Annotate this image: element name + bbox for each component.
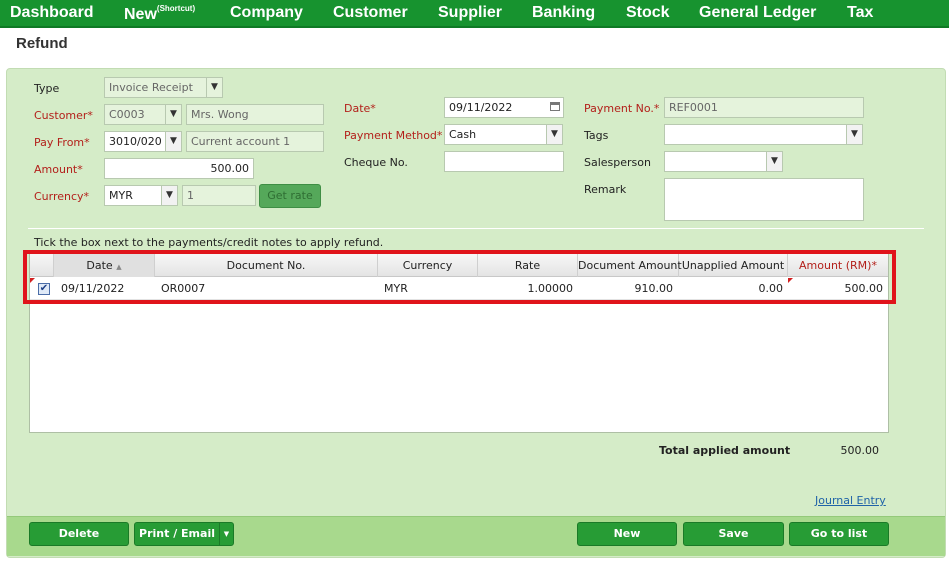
tags-label: Tags [584,129,609,142]
apply-refund-hint: Tick the box next to the payments/credit… [34,236,384,249]
customer-label: Customer* [34,109,93,122]
payment-method-label: Payment Method* [344,129,443,142]
payfrom-code-field[interactable]: 3010/020 [104,131,166,152]
payfrom-label: Pay From* [34,136,90,149]
cheque-label: Cheque No. [344,156,408,169]
go-to-list-button[interactable]: Go to list [789,522,889,546]
print-email-button[interactable]: Print / Email ▼ [134,522,234,546]
nav-dashboard[interactable]: Dashboard [10,4,94,22]
customer-chevron-down-icon[interactable]: ▼ [165,104,182,125]
type-select[interactable]: Invoice Receipt [104,77,207,98]
tags-chevron-down-icon[interactable]: ▼ [846,124,863,145]
remark-label: Remark [584,183,627,196]
nav-supplier[interactable]: Supplier [438,4,502,22]
payment-method-select[interactable]: Cash [444,124,547,145]
nav-company[interactable]: Company [230,4,303,22]
payment-no-label: Payment No.* [584,102,660,115]
top-nav: Dashboard New(Shortcut) Company Customer… [0,0,949,28]
get-rate-button[interactable]: Get rate [259,184,321,208]
total-applied-value: 500.00 [840,444,880,457]
salesperson-chevron-down-icon[interactable]: ▼ [766,151,783,172]
remark-textarea[interactable] [664,178,864,221]
payfrom-chevron-down-icon[interactable]: ▼ [165,131,182,152]
nav-banking[interactable]: Banking [532,4,595,22]
date-input[interactable]: 09/11/2022 [444,97,548,118]
delete-button[interactable]: Delete [29,522,129,546]
currency-select[interactable]: MYR [104,185,162,206]
customer-name-field: Mrs. Wong [186,104,324,125]
currency-chevron-down-icon[interactable]: ▼ [161,185,178,206]
nav-new-label: New [124,6,157,23]
nav-tax[interactable]: Tax [847,4,873,22]
print-email-label: Print / Email [139,527,215,540]
salesperson-label: Salesperson [584,156,651,169]
new-button[interactable]: New [577,522,677,546]
payment-method-chevron-down-icon[interactable]: ▼ [546,124,563,145]
customer-code-field[interactable]: C0003 [104,104,166,125]
amount-input[interactable]: 500.00 [104,158,254,179]
nav-new-shortcut: (Shortcut) [156,4,196,13]
save-button[interactable]: Save [683,522,784,546]
highlight-box [23,250,896,304]
total-applied-label: Total applied amount [659,444,791,457]
page-title: Refund [16,35,68,52]
calendar-icon[interactable] [547,97,564,118]
nav-stock[interactable]: Stock [626,4,670,22]
cheque-input[interactable] [444,151,564,172]
payment-no-field[interactable]: REF0001 [664,97,864,118]
nav-new[interactable]: New(Shortcut) [124,4,195,24]
nav-general-ledger[interactable]: General Ledger [699,4,816,22]
calendar-glyph [550,102,560,111]
type-label: Type [34,82,60,95]
date-label: Date* [344,102,376,115]
payfrom-name-field: Current account 1 [186,131,324,152]
section-divider [28,228,924,229]
tags-select[interactable] [664,124,847,145]
amount-label: Amount* [34,163,83,176]
salesperson-select[interactable] [664,151,767,172]
journal-entry-link[interactable]: Journal Entry [815,494,886,507]
currency-label: Currency* [34,190,90,203]
caret-down-icon[interactable]: ▼ [219,523,233,545]
nav-customer[interactable]: Customer [333,4,408,22]
rate-field[interactable]: 1 [182,185,256,206]
type-chevron-down-icon[interactable]: ▼ [206,77,223,98]
